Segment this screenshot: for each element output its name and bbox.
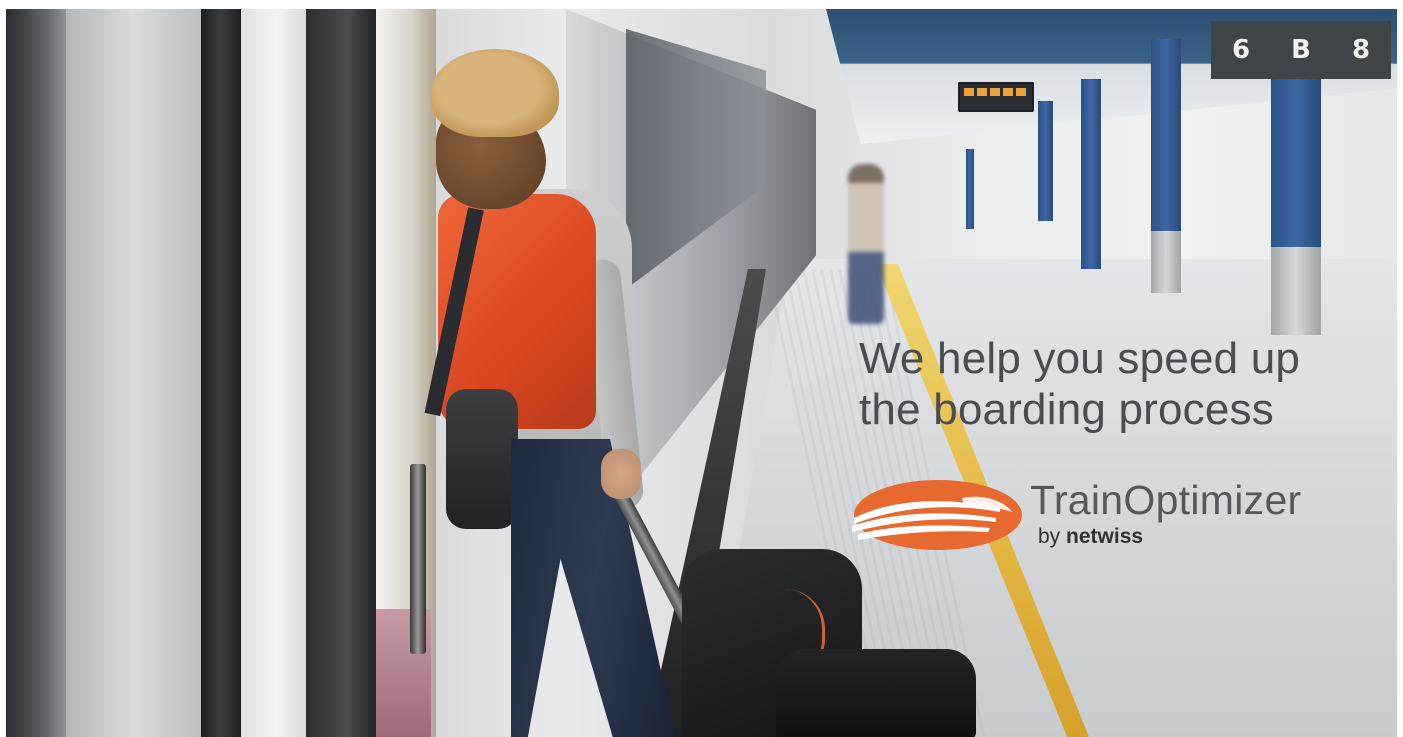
door-handle bbox=[410, 464, 426, 654]
canopy-pillar bbox=[1081, 79, 1101, 269]
distant-passenger bbox=[848, 164, 884, 324]
platform-sector-sign: 6 B 8 bbox=[1211, 21, 1391, 79]
canopy-pillar bbox=[1271, 69, 1321, 249]
canopy-pillar bbox=[966, 149, 974, 229]
pillar-base bbox=[1151, 231, 1181, 293]
departure-board bbox=[958, 82, 1034, 112]
pillar-base bbox=[1271, 247, 1321, 335]
train-window bbox=[6, 9, 66, 737]
brand-attribution: by netwiss bbox=[1038, 525, 1143, 549]
sector-label: 6 bbox=[1231, 35, 1251, 65]
canopy-pillar bbox=[1151, 39, 1181, 234]
headline-line-2: the boarding process bbox=[859, 385, 1274, 434]
rolling-suitcase bbox=[776, 649, 976, 737]
passenger-hand bbox=[601, 449, 641, 499]
sector-label: B bbox=[1291, 35, 1311, 65]
headline-line-1: We help you speed up bbox=[859, 334, 1301, 383]
passenger-jeans bbox=[511, 439, 676, 737]
by-prefix: by bbox=[1038, 525, 1061, 548]
company-name: netwiss bbox=[1066, 525, 1144, 548]
banner-headline: We help you speed up the boarding proces… bbox=[859, 333, 1379, 435]
straw-hat bbox=[431, 49, 559, 137]
train-door-edge bbox=[306, 9, 376, 737]
train-door-gap bbox=[201, 9, 241, 737]
train-body bbox=[66, 9, 201, 737]
train-front-swoosh-icon bbox=[852, 480, 1022, 550]
product-name: TrainOptimizer bbox=[1030, 477, 1302, 523]
canopy-pillar bbox=[1038, 101, 1053, 221]
shoulder-bag bbox=[446, 389, 518, 529]
sector-label: 8 bbox=[1351, 35, 1371, 65]
